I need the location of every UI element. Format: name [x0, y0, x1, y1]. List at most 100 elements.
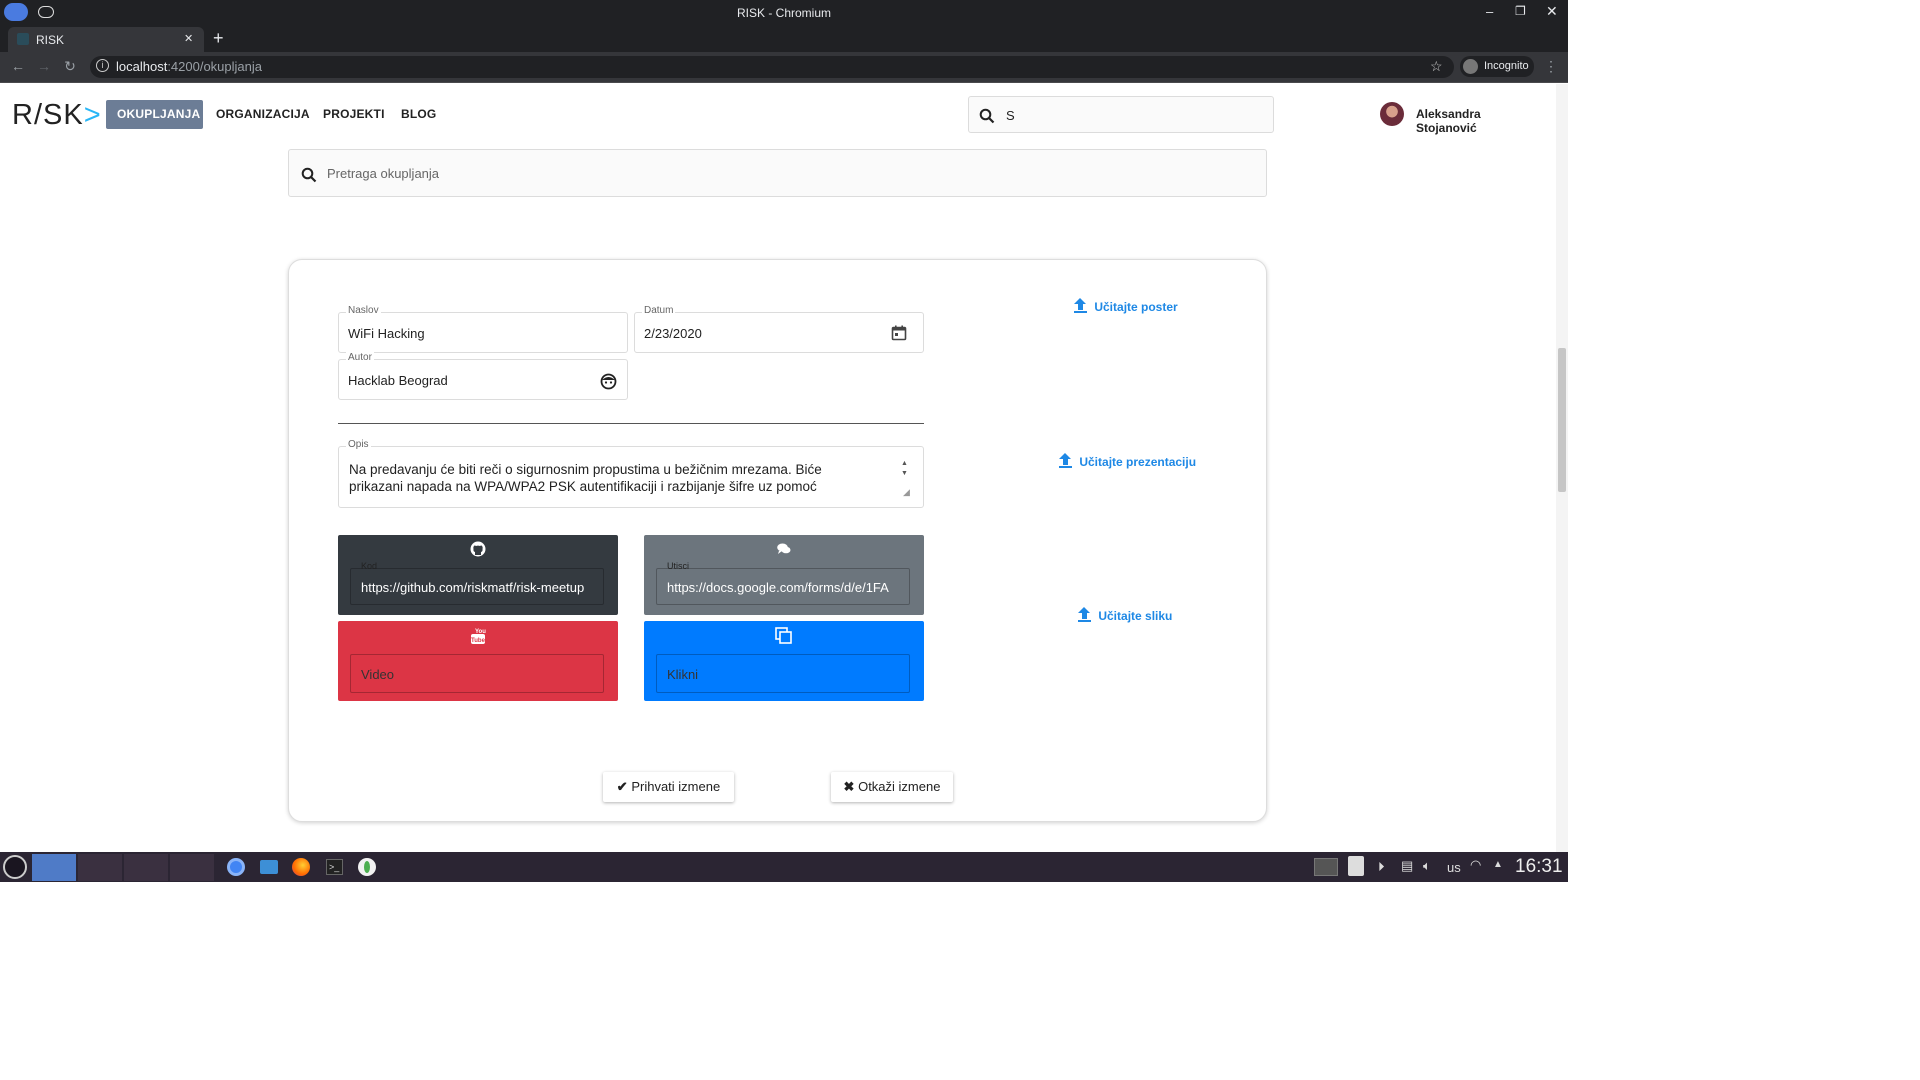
tab-risk[interactable]: RISK ✕ [8, 27, 204, 52]
bookmark-star-icon[interactable]: ☆ [1430, 58, 1443, 75]
tab-label: RISK [36, 33, 65, 47]
copy-icon [775, 627, 792, 644]
upload-presentation-label: Učitajte prezentaciju [1079, 455, 1197, 469]
volume-icon[interactable]: 🔈︎ [1423, 858, 1431, 874]
minimize-icon[interactable]: – [1486, 4, 1493, 19]
impressions-value: https://docs.google.com/forms/d/e/1FA [667, 580, 889, 595]
code-label: Kod [361, 561, 378, 571]
window-title: RISK - Chromium [736, 6, 831, 20]
desktop-pager-1[interactable] [32, 854, 76, 881]
search-icon [301, 167, 317, 183]
info-icon[interactable]: i [96, 59, 109, 72]
resize-handle-icon[interactable]: ◢ [903, 487, 910, 498]
wifi-icon[interactable]: ◠ [1470, 857, 1481, 873]
title-label: Naslov [346, 305, 381, 316]
nav-okupljanja[interactable]: OKUPLJANJA [106, 100, 203, 129]
clipboard-icon[interactable]: ▤ [1401, 858, 1413, 874]
chrome-menu-icon[interactable]: ⋮ [1542, 58, 1560, 75]
search-icon [979, 108, 995, 124]
global-search-input[interactable]: S [968, 96, 1274, 133]
desktop-pager-4[interactable] [170, 854, 214, 881]
window-titlebar: RISK - Chromium – ❐ ✕ [0, 0, 1568, 25]
click-link-box: Klikni [644, 621, 924, 701]
upload-icon [1074, 298, 1087, 313]
date-field[interactable]: Datum 2/23/2020 [634, 305, 924, 353]
github-icon [470, 541, 486, 557]
forward-icon[interactable]: → [35, 58, 53, 74]
check-icon: ✔ [616, 779, 628, 794]
back-icon[interactable]: ← [9, 58, 27, 74]
description-textarea[interactable]: Opis Na predavanju će biti reči o sigurn… [338, 439, 924, 508]
desktop-pager-3[interactable] [124, 854, 168, 881]
comments-icon [777, 543, 791, 554]
impressions-label: Utisci [667, 561, 689, 571]
incognito-badge[interactable]: Incognito [1460, 56, 1534, 77]
nav-projekti[interactable]: PROJEKTI [312, 100, 396, 129]
favicon-icon [17, 33, 29, 45]
accept-changes-button[interactable]: ✔ Prihvati izmene [603, 772, 734, 802]
url-host: localhost [116, 59, 168, 74]
meetups-search-input[interactable]: Pretraga okupljanja [288, 149, 1267, 197]
page-scrollbar[interactable] [1556, 84, 1568, 852]
upload-poster-label: Učitajte poster [1094, 300, 1178, 314]
media-play-icon[interactable]: ⏵ [1378, 859, 1385, 875]
scrollbar-thumb[interactable] [1558, 348, 1566, 492]
author-field[interactable]: Autor Hacklab Beograd [338, 352, 628, 400]
click-input[interactable]: Klikni [656, 654, 910, 693]
code-link-box: Kod https://github.com/riskmatf/risk-mee… [338, 535, 618, 615]
clock[interactable]: 16:31 [1515, 856, 1563, 878]
url-text: localhost:4200/okupljanja [116, 59, 262, 74]
firefox-taskbar-icon[interactable] [292, 858, 310, 876]
files-taskbar-icon[interactable] [260, 860, 278, 874]
risk-logo[interactable]: R/SK> [12, 99, 102, 131]
impressions-input[interactable]: Utisci https://docs.google.com/forms/d/e… [656, 561, 910, 605]
tray-expand-icon[interactable]: ▲ [1493, 859, 1503, 870]
url-path: :4200/okupljanja [167, 59, 263, 74]
youtube-icon: Tube You [471, 629, 486, 644]
app-launcher-icon[interactable] [3, 855, 27, 879]
new-tab-button[interactable]: + [213, 28, 224, 49]
author-value: Hacklab Beograd [348, 373, 448, 388]
logo-chevron-icon: > [83, 99, 102, 131]
nav-blog[interactable]: BLOG [390, 100, 447, 129]
video-input[interactable]: Video [350, 654, 604, 693]
tray-window-thumb-icon[interactable] [1314, 858, 1338, 876]
svg-text:You: You [475, 629, 486, 635]
face-icon[interactable] [600, 373, 617, 390]
nav-organizacija[interactable]: ORGANIZACIJA [205, 100, 321, 129]
upload-presentation-button[interactable]: Učitajte prezentaciju [1059, 453, 1197, 469]
upload-image-button[interactable]: Učitajte sliku [1078, 607, 1172, 623]
form-divider [338, 423, 924, 424]
restore-icon[interactable]: ❐ [1515, 4, 1526, 18]
upload-icon [1078, 607, 1091, 622]
date-value: 2/23/2020 [644, 326, 702, 341]
x-icon: ✖ [843, 779, 855, 794]
cancel-changes-button[interactable]: ✖ Otkaži izmene [831, 772, 953, 802]
desktop-pager-2[interactable] [78, 854, 122, 881]
incognito-label: Incognito [1484, 60, 1529, 72]
close-window-icon[interactable]: ✕ [1546, 3, 1558, 20]
svg-text:Tube: Tube [471, 638, 486, 644]
calendar-icon[interactable] [891, 325, 907, 341]
mongodb-taskbar-icon[interactable] [358, 858, 376, 876]
code-input[interactable]: Kod https://github.com/riskmatf/risk-mee… [350, 561, 604, 605]
global-search-value: S [1006, 108, 1015, 123]
accept-label: Prihvati izmene [631, 779, 721, 794]
terminal-taskbar-icon[interactable]: >_ [326, 859, 343, 875]
keyboard-layout[interactable]: us [1447, 860, 1461, 875]
video-placeholder: Video [361, 667, 395, 682]
meetups-search-placeholder: Pretraga okupljanja [327, 166, 440, 181]
cancel-label: Otkaži izmene [858, 779, 941, 794]
tab-strip [0, 25, 1568, 52]
scroll-arrows-icon[interactable]: ▲ ▼ [901, 459, 908, 479]
reload-icon[interactable]: ↻ [61, 58, 79, 75]
trash-tray-icon[interactable] [1348, 856, 1364, 876]
title-field[interactable]: Naslov WiFi Hacking [338, 305, 628, 353]
chromium-taskbar-icon[interactable] [227, 858, 245, 876]
upload-poster-button[interactable]: Učitajte poster [1074, 298, 1178, 314]
author-label: Autor [346, 352, 374, 363]
user-menu[interactable]: Aleksandra Stojanović [1374, 97, 1542, 135]
address-bar[interactable]: i localhost:4200/okupljanja ☆ [90, 56, 1454, 78]
close-tab-icon[interactable]: ✕ [184, 32, 193, 45]
avatar [1380, 102, 1404, 126]
